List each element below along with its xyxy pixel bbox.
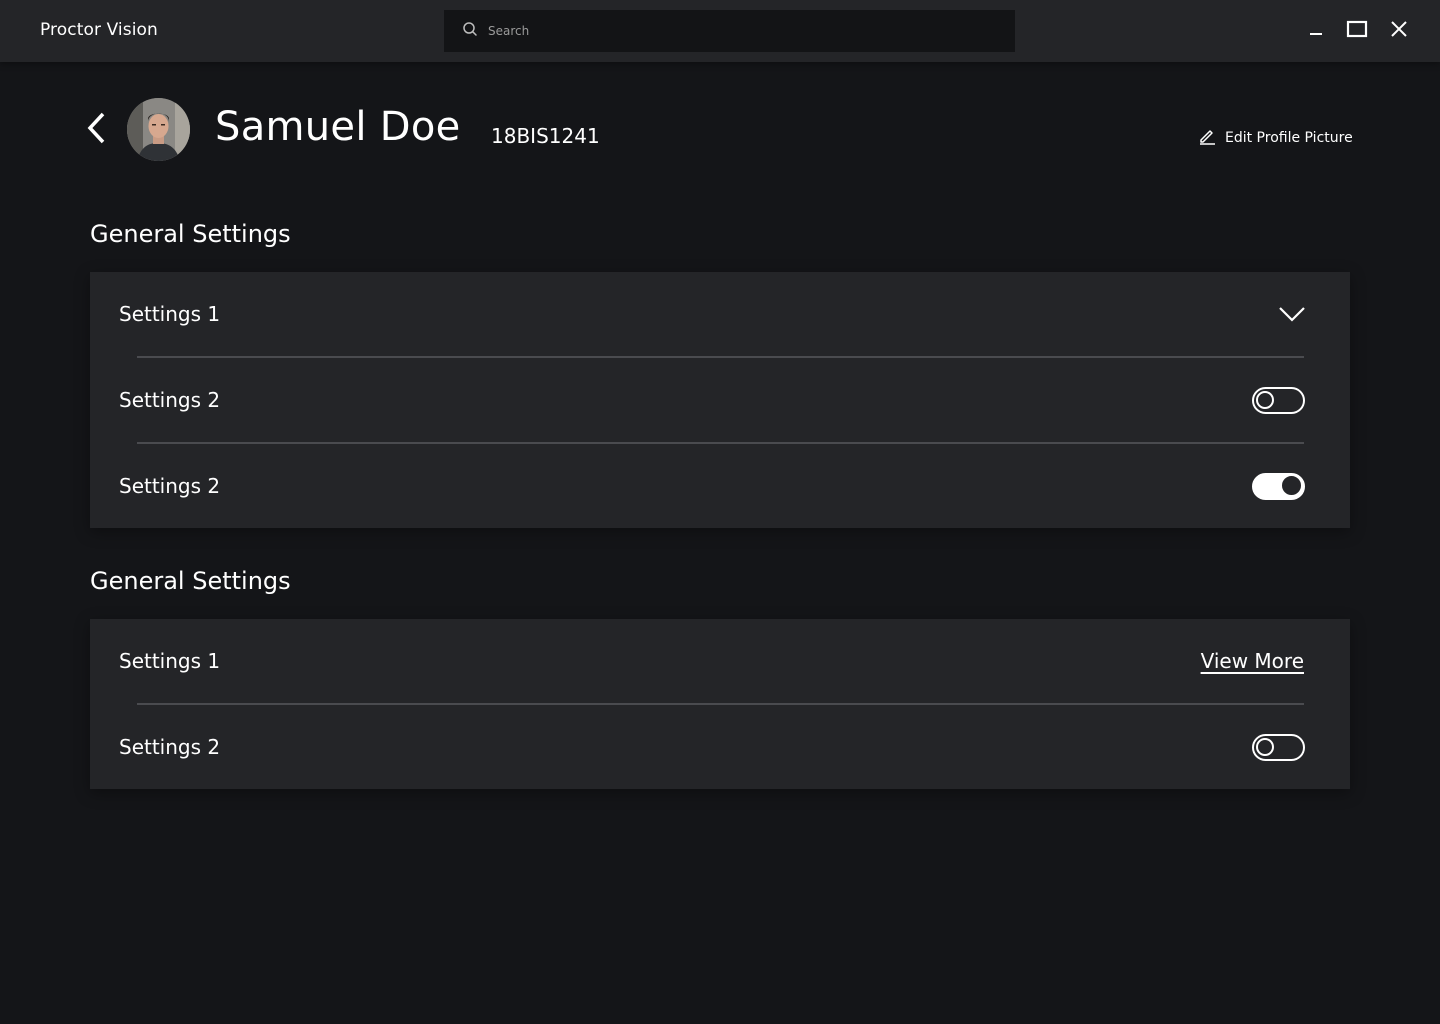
edit-profile-picture-button[interactable]: Edit Profile Picture xyxy=(1198,127,1353,149)
pencil-icon xyxy=(1198,127,1216,149)
minimize-icon xyxy=(1308,21,1324,41)
settings-row-label: Settings 1 xyxy=(119,649,221,673)
settings-row: Settings 2 xyxy=(90,444,1350,528)
settings-panel: Settings 1 Settings 2 Settings 2 xyxy=(90,272,1350,528)
chevron-left-icon xyxy=(85,111,109,149)
view-more-link[interactable]: View More xyxy=(1201,649,1304,673)
back-button[interactable] xyxy=(82,112,112,148)
toggle-switch[interactable] xyxy=(1252,733,1305,761)
toggle-switch[interactable] xyxy=(1252,386,1305,414)
toggle-knob xyxy=(1256,390,1274,409)
edit-profile-picture-label: Edit Profile Picture xyxy=(1225,130,1353,146)
settings-row-label: Settings 2 xyxy=(119,388,221,412)
search-bar[interactable] xyxy=(444,10,1015,52)
chevron-down-icon[interactable] xyxy=(1278,300,1306,328)
search-input[interactable] xyxy=(488,24,988,38)
settings-row-label: Settings 2 xyxy=(119,735,221,759)
settings-row-label: Settings 2 xyxy=(119,474,221,498)
maximize-icon xyxy=(1346,20,1368,42)
settings-row: Settings 1 View More xyxy=(90,619,1350,703)
close-icon xyxy=(1389,19,1409,43)
user-name: Samuel Doe xyxy=(215,104,461,150)
section-title: General Settings xyxy=(90,567,291,595)
toggle-knob xyxy=(1282,476,1301,495)
settings-row-label: Settings 1 xyxy=(119,302,221,326)
close-button[interactable] xyxy=(1386,18,1412,44)
maximize-button[interactable] xyxy=(1344,18,1370,44)
title-bar: Proctor Vision xyxy=(0,0,1440,62)
user-id: 18BIS1241 xyxy=(491,124,600,148)
search-icon xyxy=(462,21,478,41)
section-title: General Settings xyxy=(90,220,291,248)
minimize-button[interactable] xyxy=(1303,18,1329,44)
app-title: Proctor Vision xyxy=(40,20,158,40)
settings-panel: Settings 1 View More Settings 2 xyxy=(90,619,1350,789)
settings-row: Settings 2 xyxy=(90,705,1350,789)
avatar xyxy=(127,98,190,161)
settings-row: Settings 2 xyxy=(90,358,1350,442)
toggle-switch[interactable] xyxy=(1252,472,1305,500)
settings-row[interactable]: Settings 1 xyxy=(90,272,1350,356)
toggle-knob xyxy=(1256,737,1274,756)
